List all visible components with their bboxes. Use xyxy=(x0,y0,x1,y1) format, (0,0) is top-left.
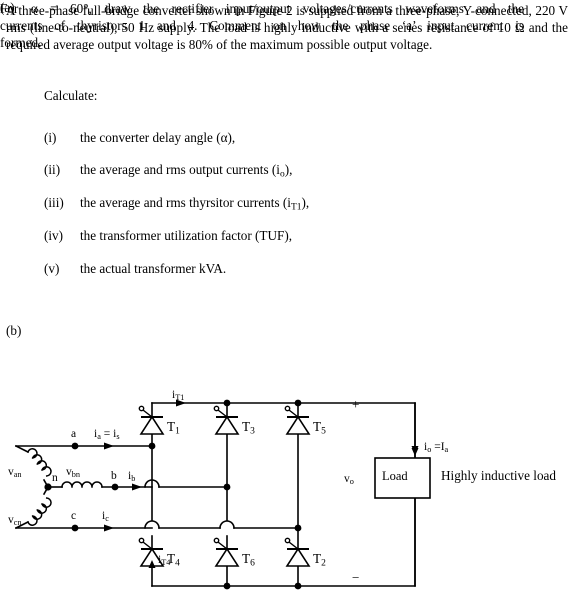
label-output-minus: − xyxy=(352,570,360,585)
label-iT1: iT1 xyxy=(172,389,185,403)
label-van: van xyxy=(8,466,22,480)
inductor-van xyxy=(27,448,52,477)
label-output-plus: + xyxy=(352,397,360,412)
thyristor-T6 xyxy=(213,537,240,567)
arrow-ic xyxy=(104,524,114,532)
label-vcn: vcn xyxy=(8,514,22,528)
label-vo: vo xyxy=(344,473,354,487)
label-ib: ib xyxy=(128,470,136,484)
label-vbn: vbn xyxy=(66,466,81,480)
circuit-diagram: van vcn n vbn a b c ia = is ib ic iT1 iT… xyxy=(0,389,578,613)
arrow-ia xyxy=(104,442,114,450)
worksheet-page: A three-phase full-bridge converter show… xyxy=(0,0,578,613)
label-phase-a: a xyxy=(71,428,77,440)
item-v-text: the actual transformer kVA. xyxy=(80,261,227,276)
thyristor-T2 xyxy=(284,537,311,567)
label-T6: T6 xyxy=(242,551,255,569)
label-T2: T2 xyxy=(313,551,326,569)
node-phase-b-terminal xyxy=(111,483,119,491)
node-bottom-leg3 xyxy=(294,582,302,590)
thyristor-T5 xyxy=(284,405,311,435)
label-phase-c: c xyxy=(71,510,77,522)
item-iii-number: (iii) xyxy=(44,195,64,210)
circuit-svg xyxy=(14,399,431,590)
label-io: io =Ia xyxy=(424,441,449,455)
node-leg1-phasea xyxy=(148,442,156,450)
label-T5: T5 xyxy=(313,419,326,437)
item-ii-text: the average and rms output currents (io)… xyxy=(80,162,293,180)
label-T4: T4 xyxy=(167,551,180,569)
label-neutral: n xyxy=(52,472,58,484)
node-phase-a-terminal xyxy=(71,442,79,450)
node-neutral xyxy=(44,483,52,491)
item-iv-number: (iv) xyxy=(44,228,64,243)
node-leg3-phasec xyxy=(294,524,302,532)
part-b-label: (b) xyxy=(6,323,22,338)
node-top-leg2 xyxy=(223,399,231,407)
item-ii-number: (ii) xyxy=(44,162,61,177)
part-a-label: (a) xyxy=(0,0,15,15)
node-leg2-phaseb xyxy=(223,483,231,491)
label-phase-b: b xyxy=(111,470,117,482)
thyristor-group-upper xyxy=(138,405,311,435)
inductor-vbn xyxy=(61,481,103,488)
item-iii-text: the average and rms thyrsitor currents (… xyxy=(80,195,310,213)
item-i-number: (i) xyxy=(44,130,57,145)
arrow-ib xyxy=(132,483,142,491)
node-top-leg3 xyxy=(294,399,302,407)
thyristor-T1 xyxy=(138,405,165,435)
inductor-vcn xyxy=(27,497,52,526)
node-bottom-leg2 xyxy=(223,582,231,590)
label-T1: T1 xyxy=(167,419,180,437)
label-T3: T3 xyxy=(242,419,255,437)
item-v-number: (v) xyxy=(44,261,60,276)
problem-statement: A three-phase full-bridge converter show… xyxy=(6,3,568,52)
load-box-label: Load xyxy=(382,469,408,483)
load-caption: Highly inductive load xyxy=(441,468,557,483)
item-i-text: the converter delay angle (α), xyxy=(80,130,236,145)
wire-van-arm-top xyxy=(14,444,30,454)
node-phase-c-terminal xyxy=(71,524,79,532)
thyristor-T3 xyxy=(213,405,240,435)
wire-hop-c-over-leg2 xyxy=(219,520,235,529)
label-ia: ia = is xyxy=(94,428,120,442)
part-a-text: Calculate: xyxy=(44,88,98,103)
item-iv-text: the transformer utilization factor (TUF)… xyxy=(80,228,293,243)
wire-hop-c-over-leg1 xyxy=(144,520,160,529)
label-ic: ic xyxy=(102,510,109,524)
